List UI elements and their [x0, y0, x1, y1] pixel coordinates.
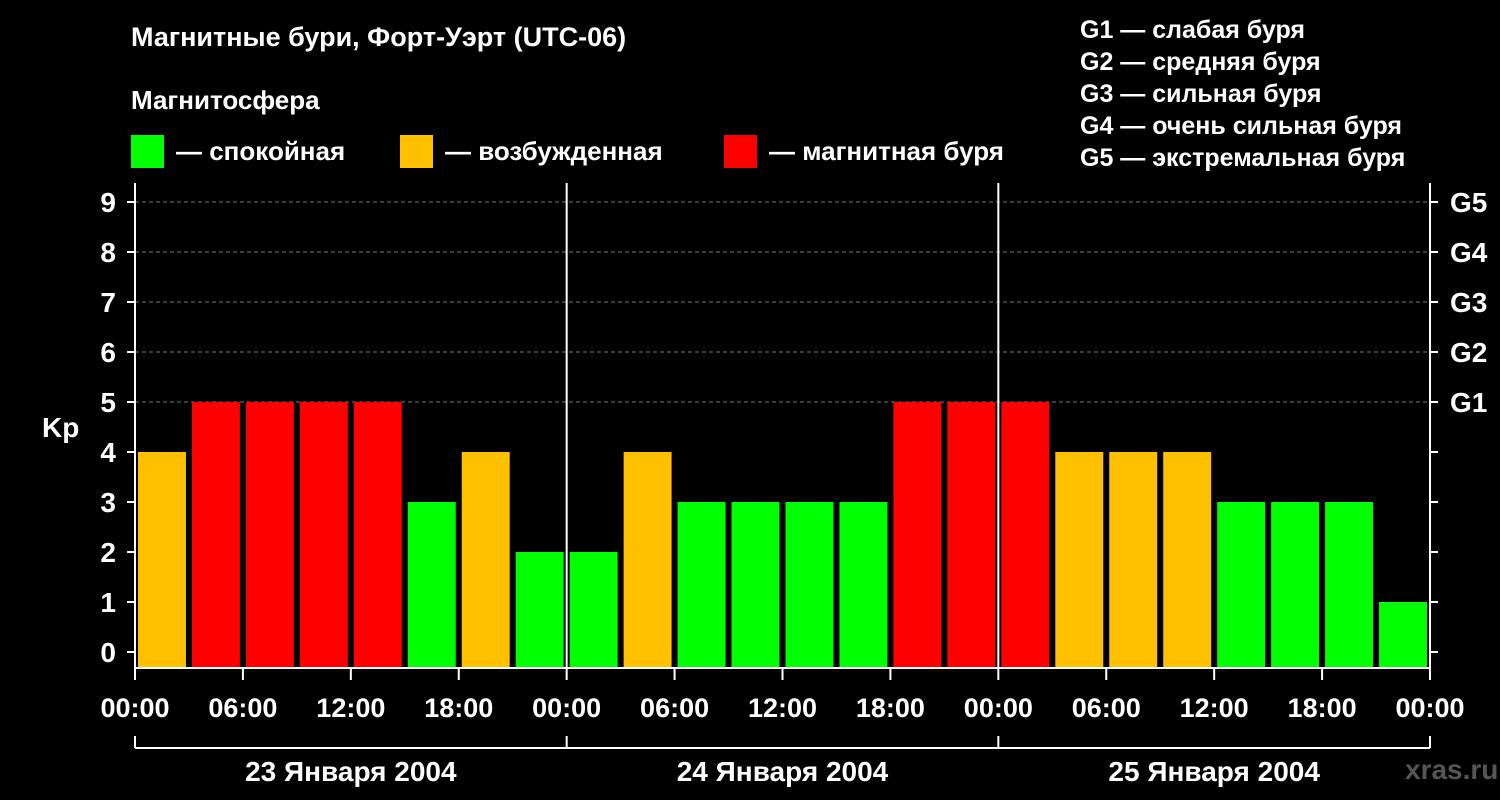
bar-4 — [353, 402, 402, 668]
g-tick-label-G3: G3 — [1450, 287, 1487, 318]
y-tick-label-0: 0 — [100, 637, 116, 668]
x-tick-label-4: 00:00 — [532, 693, 601, 723]
watermark: xras.ru — [1405, 754, 1499, 785]
bar-12 — [785, 502, 834, 668]
bar-8 — [569, 552, 618, 668]
x-tick-label-8: 00:00 — [964, 693, 1033, 723]
y-axis-label: Kp — [42, 412, 79, 443]
y-tick-label-6: 6 — [100, 337, 116, 368]
y-tick-label-1: 1 — [100, 587, 116, 618]
bar-17 — [1055, 452, 1104, 668]
day-label-1: 24 Января 2004 — [677, 756, 889, 787]
bar-18 — [1109, 452, 1158, 668]
x-tick-label-5: 06:00 — [640, 693, 709, 723]
g-tick-label-G4: G4 — [1450, 237, 1488, 268]
y-tick-label-3: 3 — [100, 487, 116, 518]
bar-10 — [677, 502, 726, 668]
bar-11 — [731, 502, 780, 668]
bar-21 — [1271, 502, 1320, 668]
x-tick-label-0: 00:00 — [100, 693, 169, 723]
x-tick-label-12: 00:00 — [1395, 693, 1464, 723]
g-tick-label-G1: G1 — [1450, 387, 1487, 418]
x-tick-label-2: 12:00 — [316, 693, 385, 723]
y-tick-label-9: 9 — [100, 187, 116, 218]
bar-0 — [138, 452, 186, 668]
bar-1 — [191, 402, 240, 668]
day-label-2: 25 Января 2004 — [1108, 756, 1320, 787]
bar-13 — [839, 502, 888, 668]
x-tick-label-1: 06:00 — [208, 693, 277, 723]
x-tick-label-10: 12:00 — [1180, 693, 1249, 723]
x-tick-label-6: 12:00 — [748, 693, 817, 723]
bar-16 — [1001, 402, 1050, 668]
bar-19 — [1163, 452, 1212, 668]
day-label-0: 23 Января 2004 — [245, 756, 457, 787]
bar-6 — [461, 452, 510, 668]
bar-20 — [1217, 502, 1266, 668]
kp-chart: 0 1 2 3 4 5 6 7 8 9 G1 G2 G3 G4 G5 Kp 00:00 06:00 12:00 18:… — [42, 183, 1488, 787]
x-tick-label-3: 18:00 — [424, 693, 493, 723]
bar-23 — [1379, 602, 1427, 668]
x-tick-label-9: 06:00 — [1072, 693, 1141, 723]
y-tick-label-8: 8 — [100, 237, 116, 268]
y-tick-label-5: 5 — [100, 387, 116, 418]
g-tick-label-G2: G2 — [1450, 337, 1487, 368]
bar-3 — [299, 402, 348, 668]
bar-14 — [893, 402, 942, 668]
bar-15 — [947, 402, 996, 668]
y-tick-label-7: 7 — [100, 287, 116, 318]
bar-9 — [623, 452, 672, 668]
bar-7 — [515, 552, 564, 668]
bar-2 — [245, 402, 294, 668]
x-tick-label-7: 18:00 — [856, 693, 925, 723]
g-tick-label-G5: G5 — [1450, 187, 1487, 218]
y-tick-label-4: 4 — [100, 437, 116, 468]
y-tick-label-2: 2 — [100, 537, 116, 568]
bar-22 — [1325, 502, 1374, 668]
bar-5 — [407, 502, 456, 668]
x-tick-label-11: 18:00 — [1288, 693, 1357, 723]
